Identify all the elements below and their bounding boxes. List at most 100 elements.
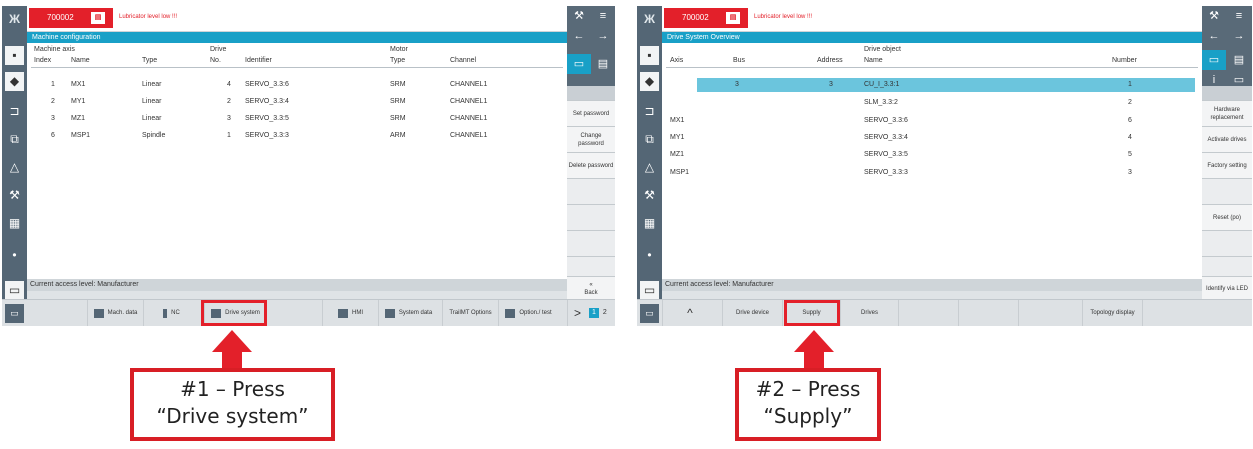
menu-icon[interactable]: ≡ bbox=[591, 6, 615, 26]
alarm-number: 700002 bbox=[682, 13, 709, 22]
cell-type: Linear bbox=[142, 98, 162, 105]
reset-po-button[interactable]: Reset (po) bbox=[1202, 204, 1252, 230]
empty-softkey[interactable] bbox=[1018, 300, 1078, 326]
grid-icon[interactable]: ▦ bbox=[5, 214, 24, 233]
back-label: Back bbox=[584, 289, 598, 296]
left-vertical-menu: Ж ▪ ◆ ⊐ ⧉ △ ⚒ ▦ • ▭ bbox=[2, 6, 27, 326]
activate-drives-button[interactable]: Activate drives bbox=[1202, 126, 1252, 152]
alarm-indicator[interactable]: 700002 ▤ bbox=[664, 8, 748, 28]
keyboard-icon[interactable]: ▭ bbox=[5, 281, 24, 300]
dot-icon[interactable]: • bbox=[5, 246, 24, 265]
header-divider bbox=[31, 67, 563, 68]
screen-icon[interactable]: ▭ bbox=[1202, 50, 1226, 70]
empty-softkey[interactable] bbox=[1202, 230, 1252, 256]
header-address: Address bbox=[817, 57, 843, 64]
arrow-left-icon[interactable]: ← bbox=[1202, 26, 1226, 46]
cell-index: 1 bbox=[51, 81, 55, 88]
cell-name: MY1 bbox=[71, 98, 86, 105]
back-button[interactable]: « Back bbox=[567, 276, 615, 300]
empty-softkey[interactable] bbox=[898, 300, 958, 326]
identify-via-led-button[interactable]: Identify via LED bbox=[1202, 276, 1252, 300]
program-icon[interactable]: ⊐ bbox=[640, 102, 659, 121]
keyboard-icon[interactable]: ▭ bbox=[640, 304, 659, 323]
alarm-indicator[interactable]: 700002 ▤ bbox=[29, 8, 113, 28]
cell-index: 3 bbox=[51, 115, 55, 122]
info-icon[interactable]: i bbox=[1202, 70, 1226, 90]
header-group-drive-object: Drive object bbox=[864, 46, 901, 53]
header-name: Name bbox=[71, 57, 90, 64]
header-no: No. bbox=[210, 57, 221, 64]
delete-password-button[interactable]: Delete password bbox=[567, 152, 615, 178]
diagnostics-icon[interactable]: △ bbox=[5, 158, 24, 177]
machine-icon[interactable]: ▪ bbox=[5, 46, 24, 65]
arrow-right-icon[interactable]: → bbox=[591, 26, 615, 46]
machine-icon[interactable]: ▪ bbox=[640, 46, 659, 65]
diagnostics-icon[interactable]: △ bbox=[640, 158, 659, 177]
empty-softkey[interactable] bbox=[567, 178, 615, 204]
cell-name: MSP1 bbox=[71, 132, 91, 139]
keyboard-icon[interactable]: ▭ bbox=[5, 304, 24, 323]
empty-softkey[interactable] bbox=[1142, 300, 1202, 326]
cell-number: 2 bbox=[1128, 99, 1132, 106]
left-vertical-menu: Ж ▪ ◆ ⊐ ⧉ △ ⚒ ▦ • ▭ bbox=[637, 6, 662, 326]
empty-softkey[interactable] bbox=[567, 230, 615, 256]
hardware-replacement-button[interactable]: Hardware replacement bbox=[1202, 100, 1252, 126]
hmi-softkey[interactable]: HMI bbox=[322, 300, 378, 326]
grid-icon[interactable]: ▦ bbox=[640, 214, 659, 233]
cell-channel: CHANNEL1 bbox=[450, 98, 488, 105]
arrow-up-icon bbox=[212, 330, 252, 352]
machine-configuration-screen: Ж ▪ ◆ ⊐ ⧉ △ ⚒ ▦ • ▭ 700002 ▤ Lubricator … bbox=[2, 6, 615, 326]
setup-icon[interactable]: ⚒ bbox=[5, 186, 24, 205]
cell-motor-type: SRM bbox=[390, 98, 406, 105]
up-softkey[interactable]: ^ bbox=[662, 300, 717, 326]
table-row-selected[interactable]: 3 3 CU_I_3.3:1 1 bbox=[697, 78, 1195, 92]
cell-bus: 3 bbox=[735, 81, 739, 88]
softkey-label: Option./ test bbox=[519, 310, 552, 316]
program-icon[interactable]: ⊐ bbox=[5, 102, 24, 121]
arrow-left-icon[interactable]: ← bbox=[567, 26, 591, 46]
cell-motor-type: SRM bbox=[390, 81, 406, 88]
page-2[interactable]: 2 bbox=[603, 309, 607, 317]
empty-softkey[interactable] bbox=[958, 300, 1018, 326]
screen-icon[interactable]: ▭ bbox=[567, 54, 591, 74]
page-navigation[interactable]: > 1 2 bbox=[567, 300, 615, 326]
drive-device-softkey[interactable]: Drive device bbox=[722, 300, 782, 326]
trailmt-options-softkey[interactable]: TrailMT Options bbox=[442, 300, 498, 326]
topology-display-softkey[interactable]: Topology display bbox=[1082, 300, 1142, 326]
parameter-icon[interactable]: ◆ bbox=[640, 72, 659, 91]
list-icon[interactable]: ▤ bbox=[591, 54, 615, 74]
cell-name: SERVO_3.3:6 bbox=[864, 117, 908, 124]
header-index: Index bbox=[34, 57, 52, 64]
arrow-right-icon[interactable]: → bbox=[1227, 26, 1251, 46]
menu-icon[interactable]: ≡ bbox=[1227, 6, 1251, 26]
nc-softkey[interactable]: NC bbox=[143, 300, 199, 326]
wrench-icon[interactable]: ⚒ bbox=[1202, 6, 1226, 26]
window-icon[interactable]: ▭ bbox=[1227, 70, 1251, 90]
step-1-callout: #1 – Press “Drive system” bbox=[130, 368, 335, 441]
option-test-softkey[interactable]: Option./ test bbox=[498, 300, 558, 326]
vertical-softkey-bar: ⚒ ≡ ← → ▭ ▤ i ▭ Hardware replacement Act… bbox=[1202, 6, 1252, 326]
logo-icon: Ж bbox=[9, 12, 20, 26]
set-password-button[interactable]: Set password bbox=[567, 100, 615, 126]
machine-data-softkey[interactable]: Mach. data bbox=[87, 300, 143, 326]
cell-name: SERVO_3.3:5 bbox=[864, 151, 908, 158]
program-manager-icon[interactable]: ⧉ bbox=[640, 130, 659, 149]
factory-setting-button[interactable]: Factory setting bbox=[1202, 152, 1252, 178]
empty-softkey[interactable] bbox=[1202, 178, 1252, 204]
cell-no: 1 bbox=[227, 132, 231, 139]
supply-highlight bbox=[784, 300, 840, 326]
change-password-button[interactable]: Change password bbox=[567, 126, 615, 152]
program-manager-icon[interactable]: ⧉ bbox=[5, 130, 24, 149]
drives-softkey[interactable]: Drives bbox=[840, 300, 898, 326]
cell-axis: MSP1 bbox=[670, 169, 690, 176]
list-icon[interactable]: ▤ bbox=[1227, 50, 1251, 70]
empty-softkey[interactable] bbox=[567, 204, 615, 230]
cell-axis: MZ1 bbox=[670, 151, 684, 158]
page-1[interactable]: 1 bbox=[589, 308, 599, 318]
setup-icon[interactable]: ⚒ bbox=[640, 186, 659, 205]
system-data-softkey[interactable]: System data bbox=[378, 300, 438, 326]
dot-icon[interactable]: • bbox=[640, 246, 659, 265]
parameter-icon[interactable]: ◆ bbox=[5, 72, 24, 91]
keyboard-icon[interactable]: ▭ bbox=[640, 281, 659, 300]
wrench-icon[interactable]: ⚒ bbox=[567, 6, 591, 26]
